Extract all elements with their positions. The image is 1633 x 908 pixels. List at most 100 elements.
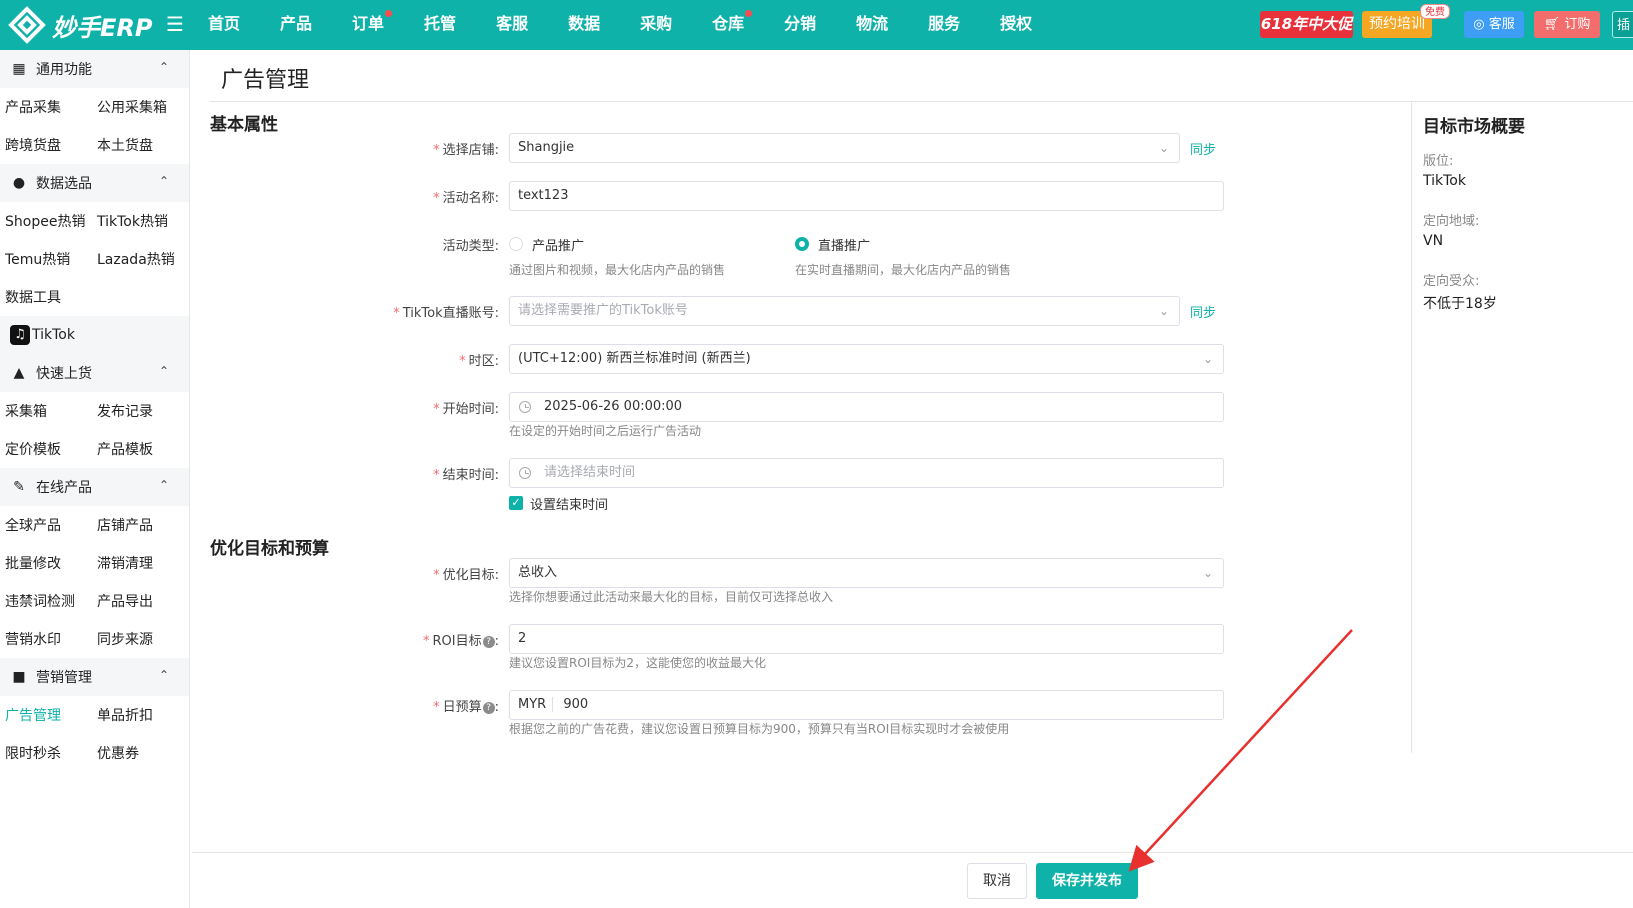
sidebar-item[interactable]: 本土货盘 — [97, 135, 153, 155]
start-time-input[interactable]: 2025-06-26 00:00:00 — [509, 392, 1224, 422]
sidebar-item[interactable]: 产品采集 — [5, 97, 61, 117]
sidebar-section-title: 营销管理 — [36, 670, 92, 686]
page-title: 广告管理 — [221, 68, 310, 93]
budget-input[interactable]: MYR 900 — [509, 690, 1224, 720]
sidebar-item[interactable]: 批量修改 — [5, 553, 61, 573]
nav-item-label: 仓库 — [712, 14, 745, 33]
nav-item[interactable]: 仓库 — [712, 0, 753, 50]
radio-product-promo[interactable] — [509, 237, 523, 251]
order-button[interactable]: 🛒︎ 订购 — [1534, 11, 1600, 38]
nav-item[interactable]: 物流 — [856, 0, 888, 50]
app-logo[interactable]: 妙手ERP — [8, 6, 152, 44]
nav-item[interactable]: 数据 — [568, 0, 600, 50]
sidebar-row: 全球产品 店铺产品 — [0, 506, 189, 544]
clock-icon — [519, 467, 531, 479]
customer-service-button[interactable]: ◎ 客服 — [1464, 11, 1524, 38]
menu-toggle-icon[interactable]: ☰ — [166, 13, 184, 35]
end-time-input[interactable]: 请选择结束时间 — [509, 458, 1224, 488]
sidebar-section-header[interactable]: ■ 营销管理 ⌃ — [0, 658, 189, 696]
headset-icon: ◎ — [1473, 17, 1485, 32]
promo-618-button[interactable]: 618年中大促 — [1260, 11, 1353, 38]
sidebar-section-title: 在线产品 — [36, 480, 92, 496]
sidebar-section-header[interactable]: ✎ 在线产品 ⌃ — [0, 468, 189, 506]
sidebar-item[interactable]: 违禁词检测 — [5, 591, 75, 611]
sidebar-item[interactable]: 营销水印 — [5, 629, 61, 649]
sidebar-item[interactable]: 广告管理 — [5, 705, 61, 725]
sidebar-item[interactable]: Lazada热销 — [97, 249, 175, 269]
cancel-button[interactable]: 取消 — [967, 863, 1027, 899]
sidebar-section-header[interactable]: ▲ 快速上货 ⌃ — [0, 354, 189, 392]
radio-live-promo[interactable] — [795, 237, 809, 251]
help-icon[interactable]: ? — [482, 702, 495, 714]
customer-service-label: 客服 — [1488, 17, 1515, 32]
live-promo-label[interactable]: 直播推广 — [818, 235, 870, 254]
goal-select[interactable]: 总收入 ⌄ — [509, 558, 1224, 588]
sidebar-item[interactable]: 优惠券 — [97, 743, 139, 763]
product-promo-label[interactable]: 产品推广 — [532, 235, 584, 254]
nav-item-label: 授权 — [1000, 14, 1033, 33]
sidebar-item[interactable]: 发布记录 — [97, 401, 153, 421]
store-select[interactable]: Shangjie ⌄ — [509, 133, 1180, 163]
notification-dot — [385, 10, 393, 17]
nav-item[interactable]: 托管 — [424, 0, 456, 50]
campaign-name-input[interactable]: text123 — [509, 181, 1224, 211]
save-publish-button[interactable]: 保存并发布 — [1036, 863, 1138, 899]
sidebar-item[interactable]: 同步来源 — [97, 629, 153, 649]
sidebar-item[interactable]: 公用采集箱 — [97, 97, 167, 117]
sidebar-item[interactable]: 店铺产品 — [97, 515, 153, 535]
sidebar-item[interactable]: 限时秒杀 — [5, 743, 61, 763]
nav-item[interactable]: 首页 — [208, 0, 240, 50]
plugin-button[interactable]: 插 — [1612, 11, 1633, 38]
nav-item-label: 产品 — [280, 14, 313, 33]
tiktok-label: TikTok — [32, 327, 75, 343]
chevron-up-icon: ⌃ — [158, 668, 169, 682]
sidebar-item[interactable]: 采集箱 — [5, 401, 47, 421]
sidebar-item[interactable]: 跨境货盘 — [5, 135, 61, 155]
edit-icon: ✎ — [13, 479, 25, 495]
roi-label: * ROI目标?: — [423, 634, 499, 649]
sidebar-item[interactable]: 滞销清理 — [97, 553, 153, 573]
timezone-select[interactable]: (UTC+12:00) 新西兰标准时间 (新西兰) ⌄ — [509, 344, 1224, 374]
sidebar-item[interactable]: Temu热销 — [5, 249, 70, 269]
tiktok-account-sync-link[interactable]: 同步 — [1190, 302, 1216, 321]
set-end-time-checkbox[interactable]: ✓ — [509, 496, 523, 510]
sidebar-row: 限时秒杀 优惠券 — [0, 734, 189, 772]
nav-item[interactable]: 分销 — [784, 0, 816, 50]
sidebar-item-tiktok[interactable]: ♫ TikTok — [0, 316, 189, 354]
chevron-down-icon: ⌄ — [1202, 566, 1213, 580]
sidebar-section-header[interactable]: ▦ 通用功能 ⌃ — [0, 50, 189, 88]
main-nav: 首页 产品 订单 托管 客服 数据 采购 仓库 分销 物流 服务 授权 — [208, 0, 1072, 50]
placement-value: TikTok — [1423, 173, 1466, 189]
nav-item[interactable]: 产品 — [280, 0, 312, 50]
sidebar-section-header[interactable]: ● 数据选品 ⌃ — [0, 164, 189, 202]
set-end-time-label[interactable]: 设置结束时间 — [530, 494, 608, 513]
goal-hint: 选择你想要通过此活动来最大化的目标，目前仅可选择总收入 — [509, 590, 834, 604]
campaign-name-label: * 活动名称: — [433, 191, 499, 206]
sidebar-item[interactable]: Shopee热销 — [5, 211, 85, 231]
sidebar-item[interactable]: 定价模板 — [5, 439, 61, 459]
help-icon[interactable]: ? — [482, 636, 495, 648]
sidebar-item[interactable]: 数据工具 — [5, 287, 61, 307]
roi-input[interactable]: 2 — [509, 624, 1224, 654]
right-panel-divider — [1411, 101, 1412, 753]
nav-item[interactable]: 服务 — [928, 0, 960, 50]
sidebar-item[interactable]: 产品导出 — [97, 591, 153, 611]
live-promo-desc: 在实时直播期间，最大化店内产品的销售 — [795, 263, 1012, 277]
nav-item[interactable]: 授权 — [1000, 0, 1032, 50]
end-time-placeholder: 请选择结束时间 — [544, 465, 636, 480]
tiktok-account-label: * TikTok直播账号: — [393, 306, 499, 321]
nav-item[interactable]: 采购 — [640, 0, 672, 50]
budget-hint: 根据您之前的广告花费，建议您设置日预算目标为900，预算只有当ROI目标实现时才… — [509, 722, 1010, 736]
sidebar-section-title: 数据选品 — [36, 176, 92, 192]
sidebar-item[interactable]: TikTok热销 — [97, 211, 168, 231]
nav-item[interactable]: 客服 — [496, 0, 528, 50]
sidebar-item[interactable]: 产品模板 — [97, 439, 153, 459]
sidebar-row: 采集箱 发布记录 — [0, 392, 189, 430]
nav-item-label: 服务 — [928, 14, 961, 33]
nav-item[interactable]: 订单 — [352, 0, 393, 50]
sidebar-item[interactable]: 全球产品 — [5, 515, 61, 535]
tiktok-account-select[interactable]: 请选择需要推广的TikTok账号 ⌄ — [509, 296, 1180, 326]
nav-item-label: 物流 — [856, 14, 889, 33]
sidebar-item[interactable]: 单品折扣 — [97, 705, 153, 725]
store-sync-link[interactable]: 同步 — [1190, 139, 1216, 158]
